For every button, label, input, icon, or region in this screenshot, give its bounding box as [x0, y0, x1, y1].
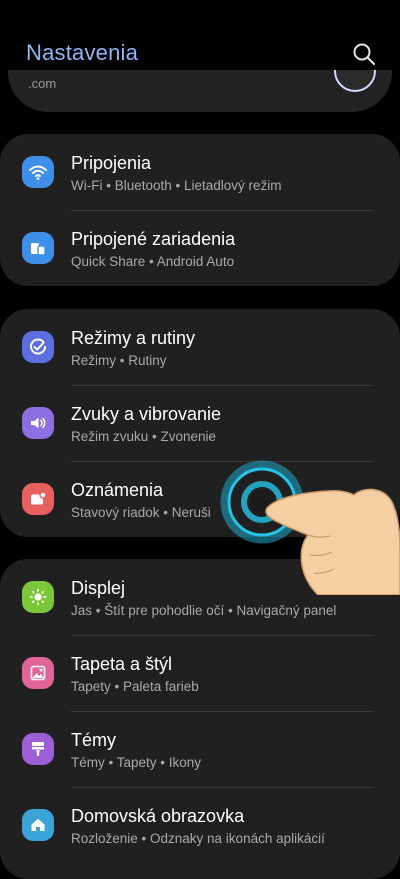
item-subtitle: Jas • Štít pre pohodlie očí • Navigačný …	[71, 603, 337, 618]
settings-item-notifications[interactable]: Oznámenia Stavový riadok • Neruši	[0, 461, 400, 537]
search-icon[interactable]	[350, 40, 378, 68]
settings-item-connections[interactable]: Pripojenia Wi-Fi • Bluetooth • Lietadlov…	[0, 134, 400, 210]
item-subtitle: Tapety • Paleta farieb	[71, 679, 199, 694]
page-title: Nastavenia	[26, 40, 139, 65]
item-subtitle: Stavový riadok • Neruši	[71, 505, 211, 520]
item-subtitle: Režimy • Rutiny	[71, 353, 167, 368]
avatar	[334, 70, 376, 92]
item-label: Pripojené zariadenia	[71, 229, 236, 249]
home-icon	[22, 809, 54, 841]
wifi-icon	[22, 156, 54, 188]
item-subtitle: Témy • Tapety • Ikony	[71, 755, 202, 770]
item-label: Tapeta a štýl	[71, 654, 173, 674]
item-label: Zvuky a vibrovanie	[71, 404, 222, 424]
item-label: Oznámenia	[71, 480, 164, 500]
settings-item-display[interactable]: Displej Jas • Štít pre pohodlie očí • Na…	[0, 559, 400, 635]
item-subtitle: Quick Share • Android Auto	[71, 254, 235, 269]
account-email: .com	[28, 76, 57, 91]
item-subtitle: Režim zvuku • Zvonenie	[71, 429, 217, 444]
settings-item-home-screen[interactable]: Domovská obrazovka Rozloženie • Odznaky …	[0, 787, 400, 863]
settings-item-sounds-vibration[interactable]: Zvuky a vibrovanie Režim zvuku • Zvoneni…	[0, 385, 400, 461]
settings-group-modes: Režimy a rutiny Režimy • Rutiny Zvuky a …	[0, 309, 400, 537]
settings-group-connections: Pripojenia Wi-Fi • Bluetooth • Lietadlov…	[0, 134, 400, 286]
notification-icon	[22, 483, 54, 515]
wallpaper-icon	[22, 657, 54, 689]
item-label: Témy	[71, 730, 116, 750]
sun-icon	[22, 581, 54, 613]
devices-icon	[22, 232, 54, 264]
speaker-icon	[22, 407, 54, 439]
item-label: Pripojenia	[71, 153, 152, 173]
item-label: Domovská obrazovka	[71, 806, 245, 826]
item-subtitle: Wi-Fi • Bluetooth • Lietadlový režim	[71, 178, 282, 193]
settings-item-connected-devices[interactable]: Pripojené zariadenia Quick Share • Andro…	[0, 210, 400, 286]
brush-icon	[22, 733, 54, 765]
settings-item-themes[interactable]: Témy Témy • Tapety • Ikony	[0, 711, 400, 787]
settings-item-modes-routines[interactable]: Režimy a rutiny Režimy • Rutiny	[0, 309, 400, 385]
check-circle-icon	[22, 331, 54, 363]
settings-group-display: Displej Jas • Štít pre pohodlie očí • Na…	[0, 559, 400, 879]
settings-item-wallpaper-style[interactable]: Tapeta a štýl Tapety • Paleta farieb	[0, 635, 400, 711]
item-label: Displej	[71, 578, 126, 598]
item-label: Režimy a rutiny	[71, 328, 196, 348]
item-subtitle: Rozloženie • Odznaky na ikonách aplikáci…	[71, 831, 325, 846]
account-card[interactable]: .com	[8, 70, 392, 112]
